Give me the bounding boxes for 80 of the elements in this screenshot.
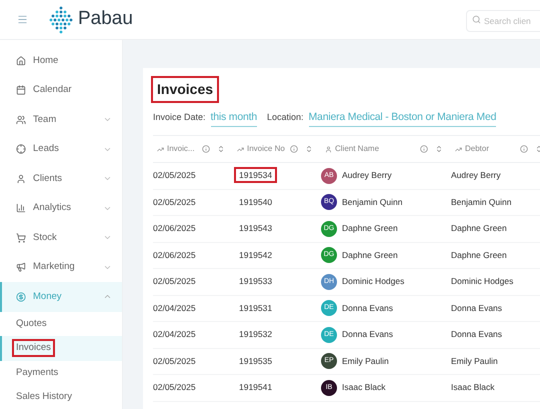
client-name[interactable]: Daphne Green [342,222,398,236]
sidebar-item[interactable]: Home [0,46,122,76]
date-cell: 02/05/2025 [153,382,196,392]
submenu-link[interactable]: Sales History [14,390,74,404]
date-cell: 02/06/2025 [153,223,196,234]
invoice-number: 1919540 [238,196,274,208]
column-header[interactable]: Client Name [321,143,451,155]
trend-icon [157,146,164,152]
invoice-number: 1919543 [238,222,274,234]
client-name[interactable]: Benjamin Quinn [342,196,402,209]
date-cell: 02/06/2025 [153,250,196,260]
crosshair-icon [16,144,26,154]
date-cell: 02/05/2025 [153,276,196,286]
invoice-number: 1919532 [238,328,274,340]
sort-icon[interactable] [305,145,313,153]
column-header[interactable]: Invoice No [233,143,321,155]
sidebar-item[interactable]: Leads [0,134,122,164]
filter-label: Location: [266,111,304,124]
client-name[interactable]: Emily Paulin [342,354,389,368]
sidebar-item[interactable]: Marketing [0,252,122,282]
debtor-name: Dominic Hodges [451,276,514,286]
calendar-icon [16,85,26,96]
chart-icon [16,203,26,214]
debtor-name: Emily Paulin [451,356,498,366]
debtor-name: Daphne Green [451,250,507,260]
person-icon [325,146,332,152]
sort-icon[interactable] [435,145,443,153]
client-name[interactable]: Donna Evans [342,302,394,315]
debtor-name: Daphne Green [451,223,507,234]
search-field[interactable]: Search clien [466,10,540,32]
sidebar-item[interactable]: Team [0,105,122,134]
cart-icon [16,232,26,243]
debtor-name: Benjamin Quinn [451,196,512,207]
invoice-number: 1919542 [238,248,274,261]
info-icon [202,145,210,153]
date-cell: 02/05/2025 [153,196,196,207]
date-cell: 02/04/2025 [153,302,196,313]
invoice-number: 1919535 [238,354,274,367]
sort-icon[interactable] [217,145,225,153]
dollar-icon [16,292,26,302]
sidebar-item[interactable]: Calendar [0,76,122,105]
submenu-link[interactable]: Invoices [14,341,53,356]
column-header[interactable]: Debtor [451,143,540,155]
page-title: Invoices [153,78,218,101]
submenu-link[interactable]: Quotes [14,316,49,331]
client-name[interactable]: Daphne Green [342,248,398,262]
column-header[interactable]: Invoic... [153,143,233,155]
megaphone-icon [16,262,26,272]
logo-text: Pabau [78,7,133,32]
sidebar-item[interactable]: Stock [0,223,122,252]
menu-icon[interactable] [17,14,28,25]
trend-icon [455,146,462,152]
invoice-number: 1919531 [238,302,274,314]
debtor-name: Donna Evans [451,329,502,340]
client-name[interactable]: Donna Evans [342,328,394,342]
info-icon [420,145,428,153]
date-cell: 02/05/2025 [153,356,196,366]
invoice-number: 1919534 [236,169,276,182]
client-name[interactable]: Dominic Hodges [342,275,404,288]
info-icon [290,145,298,153]
date-cell: 02/04/2025 [153,329,196,340]
client-name[interactable]: Isaac Black [342,381,386,394]
sidebar-item[interactable]: Clients [0,164,122,194]
debtor-name: Audrey Berry [451,170,501,180]
people-icon [16,114,26,125]
client-name[interactable]: Audrey Berry [342,169,392,182]
date-cell: 02/05/2025 [153,170,196,180]
invoice-number: 1919541 [238,381,274,394]
logo-icon [49,6,73,34]
info-icon [520,145,528,153]
invoice-number: 1919533 [238,275,274,288]
sidebar-item[interactable]: Analytics [0,194,122,223]
search-icon [472,14,481,24]
submenu-link[interactable]: Payments [14,366,60,380]
home-icon [16,56,26,66]
filter-label: Invoice Date: [153,111,206,124]
trend-icon [237,146,244,152]
debtor-name: Isaac Black [451,382,494,392]
person-icon [16,174,26,184]
debtor-name: Donna Evans [451,302,502,313]
